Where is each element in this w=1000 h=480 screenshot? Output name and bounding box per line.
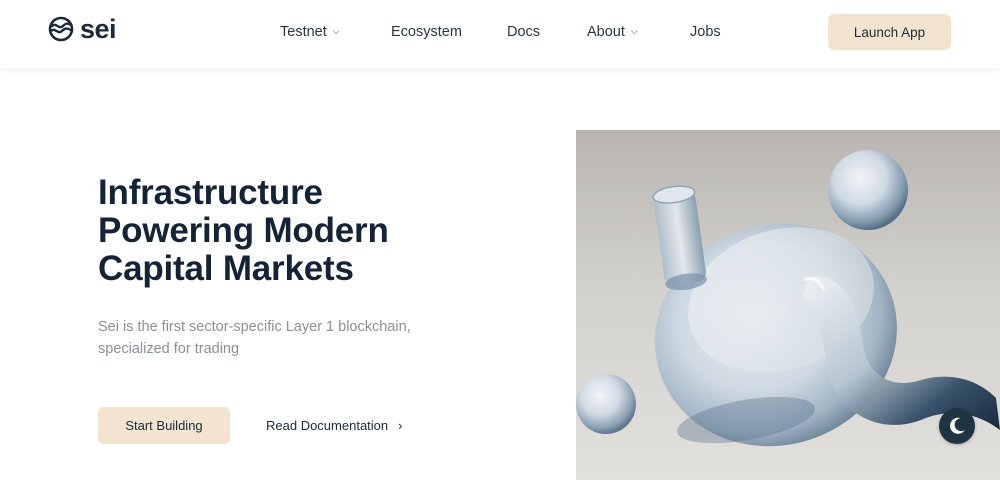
chevron-down-icon: ⌵ [630,26,638,36]
sei-logo[interactable]: sei [48,14,117,44]
hero-illustration [576,130,1000,480]
nav-item-label: Ecosystem [391,24,462,40]
sei-logo-icon [48,16,74,42]
nav-item-jobs[interactable]: Jobs [690,22,721,42]
read-documentation-link[interactable]: Read Documentation › [266,416,402,436]
hero-subtitle-line: Sei is the first sector-specific Layer 1… [98,319,411,335]
hero-subtitle-line: specialized for trading [98,341,240,357]
moon-icon [949,417,965,434]
read-documentation-label: Read Documentation [266,418,389,433]
nav-item-about[interactable]: About ⌵ [587,22,638,42]
hero-title-line: Infrastructure [98,173,323,212]
nav-item-docs[interactable]: Docs [507,22,540,42]
hero-subtitle: Sei is the first sector-specific Layer 1… [98,316,458,360]
nav-item-label: Testnet [280,24,327,40]
glass-shapes-illustration [576,150,1000,447]
chevron-right-icon: › [398,418,403,433]
hero-title-line: Powering Modern [98,211,389,250]
hero-title-line: Capital Markets [98,249,354,288]
nav-item-label: Docs [507,24,541,40]
site-header: sei Testnet ⌵ Ecosystem Docs About ⌵ Job… [0,0,1000,68]
hero-title: Infrastructure Powering Modern Capital M… [98,174,518,288]
launch-app-button[interactable]: Launch App [828,14,951,50]
nav-item-ecosystem[interactable]: Ecosystem [391,22,462,42]
chevron-down-icon: ⌵ [332,26,340,36]
brand-name: sei [80,14,117,44]
start-building-button[interactable]: Start Building [98,407,230,444]
nav-item-label: About [587,24,625,40]
theme-toggle-button[interactable] [939,408,975,444]
nav-item-label: Jobs [690,24,721,40]
nav-item-testnet[interactable]: Testnet ⌵ [280,22,340,42]
